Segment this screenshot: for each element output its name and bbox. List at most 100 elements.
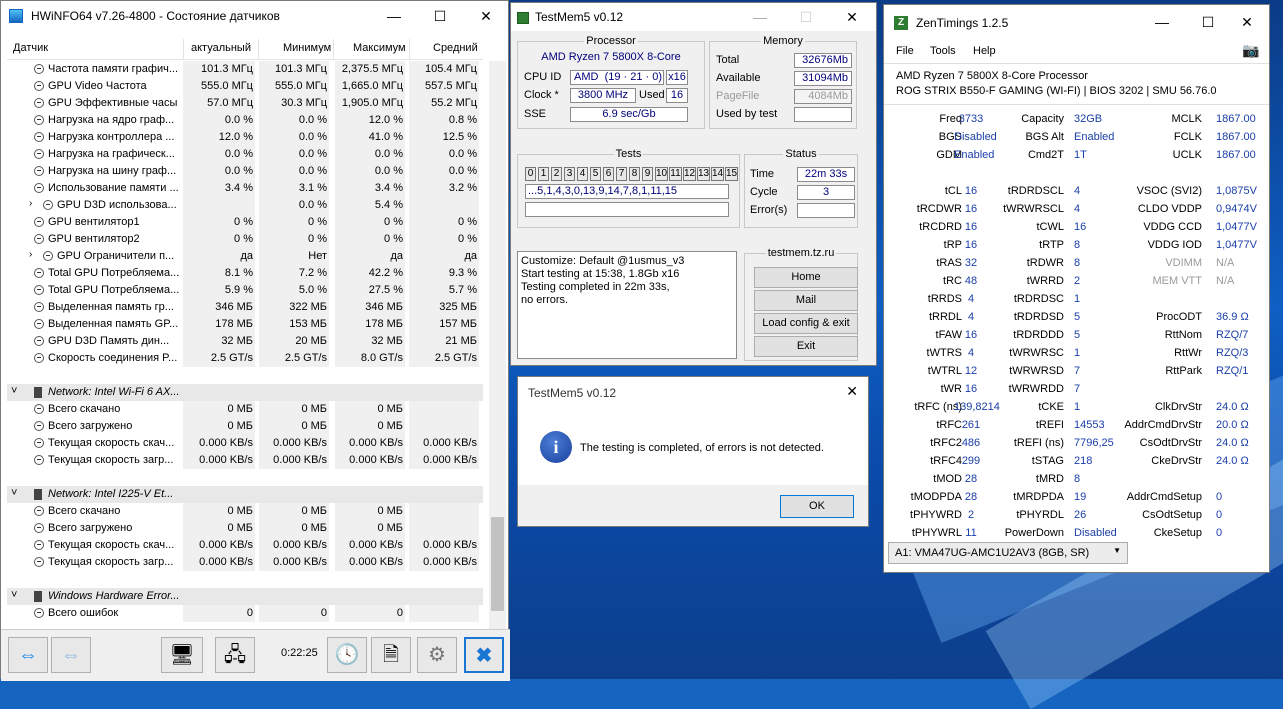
- collapse-arrow-icon[interactable]: ˅: [11, 487, 17, 499]
- sensor-gauge-icon: [34, 506, 44, 516]
- sensor-row[interactable]: Текущая скорость скач... 0.000 KB/s 0.000 …: [7, 537, 483, 554]
- dimm-select[interactable]: A1: VMA47UG-AMC1U2AV3 (8GB, SR) ▼: [888, 542, 1128, 564]
- settings-gear-icon[interactable]: ⚙: [417, 637, 457, 673]
- sensor-row[interactable]: GPU вентилятор2 0 % 0 % 0 % 0 %: [7, 231, 483, 248]
- close-button[interactable]: ✕: [1224, 5, 1270, 39]
- column-maximum[interactable]: Максимум: [353, 42, 406, 54]
- maximize-button[interactable]: ☐: [417, 1, 463, 31]
- sensor-label: GPU Ограничители п...: [57, 250, 175, 262]
- sensor-gauge-icon: [34, 217, 44, 227]
- timing-value: 1: [1074, 401, 1081, 413]
- sensor-value-cur: 0 %: [234, 216, 253, 228]
- timing-label: CsOdtDrvStr: [1139, 437, 1202, 449]
- sensor-row[interactable]: Выделенная память GP... 178 МБ 153 МБ 178 М…: [7, 316, 483, 333]
- scrollbar-thumb[interactable]: [491, 517, 504, 611]
- site-link[interactable]: testmem.tz.ru: [765, 247, 837, 259]
- hwinfo-titlebar[interactable]: HWiNFO64 v7.26-4800 - Состояние датчиков…: [1, 1, 508, 31]
- camera-icon[interactable]: 📷: [1242, 42, 1259, 59]
- sensor-row[interactable]: Total GPU Потребляема... 5.9 % 5.0 % 27.5 %…: [7, 282, 483, 299]
- column-average[interactable]: Средний: [433, 42, 478, 54]
- sensor-row[interactable]: GPU Video Частота 555.0 МГц 555.0 МГц 1,665…: [7, 78, 483, 95]
- column-current[interactable]: актуальный: [191, 42, 251, 54]
- load-config-exit-button[interactable]: Load config & exit: [754, 313, 858, 334]
- sensor-group-header[interactable]: ˅ Network: Intel Wi-Fi 6 AX...: [7, 384, 483, 401]
- sensor-row[interactable]: Всего загружено 0 МБ 0 МБ 0 МБ: [7, 418, 483, 435]
- sensor-row[interactable]: Нагрузка контроллера ... 12.0 % 0.0 % 41.0 …: [7, 129, 483, 146]
- sensor-row[interactable]: › GPU Ограничители п... да Нет да да: [7, 248, 483, 265]
- navigate-arrows-disabled-icon[interactable]: ⇔: [51, 637, 91, 673]
- sensor-group-header[interactable]: ˅ Network: Intel I225-V Et...: [7, 486, 483, 503]
- add-report-icon[interactable]: 🗎: [371, 637, 411, 673]
- sensor-row[interactable]: GPU D3D Память дин... 32 МБ 20 МБ 32 МБ 21 М…: [7, 333, 483, 350]
- sensor-value-cur: 8.1 %: [224, 267, 253, 279]
- column-separator: [183, 39, 184, 59]
- testmem-titlebar[interactable]: TestMem5 v0.12 — ☐ ✕: [511, 3, 876, 31]
- sensor-value-min: 0.0 %: [298, 199, 327, 211]
- timing-label: tRDRDSD: [1013, 311, 1064, 323]
- minimize-button[interactable]: —: [737, 3, 783, 31]
- sensor-row[interactable]: Нагрузка на графическ... 0.0 % 0.0 % 0.0 % 0…: [7, 146, 483, 163]
- sensor-row[interactable]: Выделенная память гр... 346 МБ 322 МБ 346 М…: [7, 299, 483, 316]
- navigate-arrows-icon[interactable]: ⇔: [8, 637, 48, 673]
- sensor-row[interactable]: Текущая скорость загр... 0.000 KB/s 0.000 …: [7, 554, 483, 571]
- close-button[interactable]: ✕: [829, 3, 875, 31]
- dialog-close-button[interactable]: ✕: [846, 383, 858, 400]
- sensor-group-header[interactable]: ˅ Windows Hardware Error...: [7, 588, 483, 605]
- sensor-value-cur: 0.0 %: [224, 114, 253, 126]
- column-separator: [333, 39, 334, 59]
- timing-label: VDIMM: [1165, 257, 1202, 269]
- zentimings-titlebar[interactable]: Z ZenTimings 1.2.5 — ☐ ✕: [884, 5, 1269, 39]
- maximize-button[interactable]: ☐: [783, 3, 829, 31]
- timing-value: 36.9 Ω: [1216, 311, 1249, 323]
- sensor-row[interactable]: Использование памяти ... 3.4 % 3.1 % 3.4 % 3…: [7, 180, 483, 197]
- timing-label: tRDRDDD: [1013, 329, 1064, 341]
- sensor-gauge-icon: [34, 183, 44, 193]
- close-button[interactable]: ✕: [463, 1, 509, 31]
- sensor-row[interactable]: Нагрузка на ядро граф... 0.0 % 0.0 % 12.0 %…: [7, 112, 483, 129]
- column-sensor[interactable]: Датчик: [13, 42, 48, 54]
- sensor-label: Текущая скорость скач...: [48, 437, 175, 449]
- collapse-arrow-icon[interactable]: ˅: [11, 589, 17, 601]
- sensor-row[interactable]: Нагрузка на шину граф... 0.0 % 0.0 % 0.0 % 0…: [7, 163, 483, 180]
- menu-help[interactable]: Help: [973, 45, 996, 57]
- menu-file[interactable]: File: [896, 45, 914, 57]
- exit-button[interactable]: Exit: [754, 336, 858, 357]
- minimize-button[interactable]: —: [1139, 5, 1185, 39]
- minimize-button[interactable]: —: [371, 1, 417, 31]
- sensor-gauge-icon: [34, 523, 44, 533]
- sensor-value-min: 0.0 %: [298, 114, 327, 126]
- clock-field: 3800 MHz: [570, 88, 636, 103]
- close-x-icon[interactable]: ✖: [464, 637, 504, 673]
- sensor-row[interactable]: Всего загружено 0 МБ 0 МБ 0 МБ: [7, 520, 483, 537]
- sensor-row[interactable]: Текущая скорость загр... 0.000 KB/s 0.000 …: [7, 452, 483, 469]
- sensor-row[interactable]: Всего скачано 0 МБ 0 МБ 0 МБ: [7, 401, 483, 418]
- menu-tools[interactable]: Tools: [930, 45, 956, 57]
- sensor-row[interactable]: Частота памяти графич... 101.3 МГц 101.3 М…: [7, 61, 483, 78]
- home-button[interactable]: Home: [754, 267, 858, 288]
- sensor-value-min: 7.2 %: [298, 267, 327, 279]
- column-minimum[interactable]: Минимум: [283, 42, 331, 54]
- sensor-label: GPU вентилятор1: [48, 216, 140, 228]
- sensor-row[interactable]: Total GPU Потребляема... 8.1 % 7.2 % 42.2 %…: [7, 265, 483, 282]
- sensor-value-min: 555.0 МГц: [274, 80, 327, 92]
- collapse-arrow-icon[interactable]: ˅: [11, 385, 17, 397]
- test-log[interactable]: Customize: Default @1usmus_v3 Start test…: [517, 251, 737, 359]
- sensor-row[interactable]: Текущая скорость скач... 0.000 KB/s 0.000 …: [7, 435, 483, 452]
- sensor-value-max: 0.0 %: [374, 148, 403, 160]
- network-icon[interactable]: 🖧: [215, 637, 255, 673]
- sensor-row[interactable]: Всего ошибок 0 0 0: [7, 605, 483, 622]
- sensor-value-cur: 3.4 %: [224, 182, 253, 194]
- device-icon: [34, 489, 42, 500]
- sensor-row[interactable]: › GPU D3D использова... 0.0 % 5.4 %: [7, 197, 483, 214]
- expand-arrow-icon[interactable]: ›: [29, 249, 32, 260]
- clock-icon[interactable]: 🕓: [327, 637, 367, 673]
- mail-button[interactable]: Mail: [754, 290, 858, 311]
- sensor-row[interactable]: GPU вентилятор1 0 % 0 % 0 % 0 %: [7, 214, 483, 231]
- sensor-row[interactable]: Скорость соединения P... 2.5 GT/s 2.5 GT/s…: [7, 350, 483, 367]
- sensor-row[interactable]: GPU Эффективные часы 57.0 МГц 30.3 МГц 1,90…: [7, 95, 483, 112]
- ok-button[interactable]: OK: [780, 495, 854, 518]
- monitor-report-icon[interactable]: 🖥: [161, 637, 203, 673]
- hwinfo-app-icon: [9, 9, 23, 23]
- sensor-row[interactable]: Всего скачано 0 МБ 0 МБ 0 МБ: [7, 503, 483, 520]
- expand-arrow-icon[interactable]: ›: [29, 198, 32, 209]
